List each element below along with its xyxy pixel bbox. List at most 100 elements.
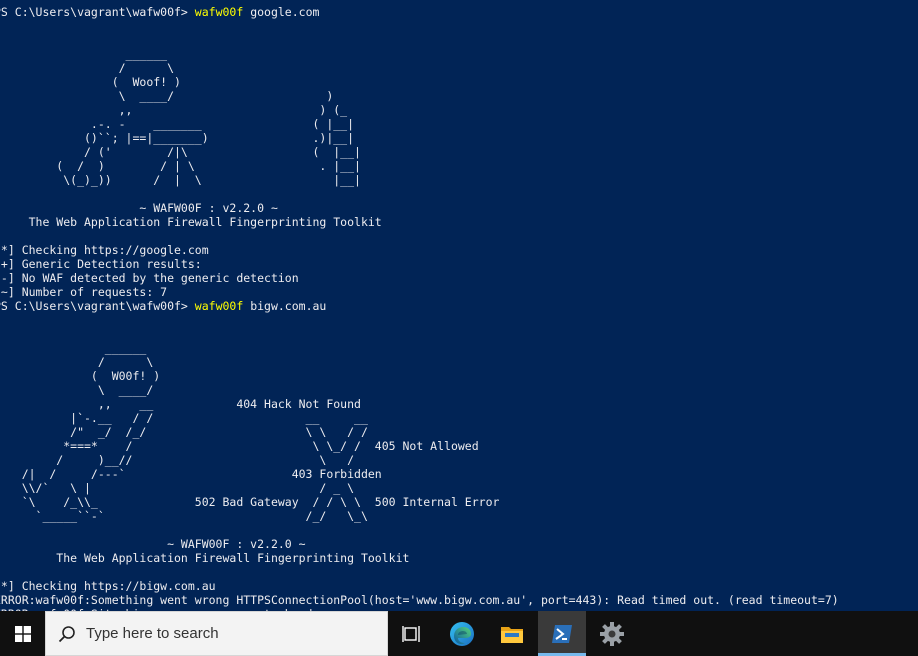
command-text: wafw00f [194, 299, 244, 313]
terminal-line: ( Woof! ) [0, 75, 839, 89]
output-text: *===* / \ \_/ / 405 Not Allowed [0, 439, 479, 453]
terminal-line: ,, ) (_ [0, 103, 839, 117]
terminal-output: PS C:\Users\vagrant\wafw00f> wafw00f goo… [0, 5, 839, 611]
terminal-line: / \ [0, 355, 839, 369]
output-text: [*] Checking https://bigw.com.au [0, 579, 216, 593]
output-text: ( W00f! ) [0, 369, 161, 383]
output-text: ______ [0, 47, 168, 61]
output-text: [-] No WAF detected by the generic detec… [0, 271, 299, 285]
terminal-line: ______ [0, 47, 839, 61]
terminal-line: ( W00f! ) [0, 369, 839, 383]
terminal-line: The Web Application Firewall Fingerprint… [0, 551, 839, 565]
settings-button[interactable] [588, 611, 636, 656]
output-text: \ ____/ ) [0, 89, 334, 103]
taskbar: Type here to search [0, 611, 918, 656]
output-text: .-. - _______ ( |__| [0, 117, 355, 131]
terminal-line: `\ /_\\_ 502 Bad Gateway / / \ \ 500 Int… [0, 495, 839, 509]
terminal-line: .-. - _______ ( |__| [0, 117, 839, 131]
output-text: \ ____/ [0, 383, 154, 397]
output-text: The Web Application Firewall Fingerprint… [0, 215, 382, 229]
windows-logo-icon [14, 625, 31, 642]
search-placeholder: Type here to search [86, 625, 219, 642]
output-text: [*] Checking https://google.com [0, 243, 209, 257]
terminal-line: ()``; |==|_______) .)|__| [0, 131, 839, 145]
output-text: \\/` \ | / _ \ [0, 481, 355, 495]
terminal-line: ~ WAFW00F : v2.2.0 ~ [0, 201, 839, 215]
output-text: The Web Application Firewall Fingerprint… [0, 551, 410, 565]
terminal-line: ,, __ 404 Hack Not Found [0, 397, 839, 411]
terminal-line: \\/` \ | / _ \ [0, 481, 839, 495]
folder-icon [501, 626, 523, 643]
output-text: / (' /|\ ( |__| [0, 145, 361, 159]
output-text: `_____``-` /_/ \_\ [0, 509, 368, 523]
output-text: ~ WAFW00F : v2.2.0 ~ [0, 537, 306, 551]
output-text: / \ [0, 355, 154, 369]
output-text: /| / /---` 403 Forbidden [0, 467, 382, 481]
terminal-line: |`-.__ / / __ __ [0, 411, 839, 425]
output-text: `\ /_\\_ 502 Bad Gateway / / \ \ 500 Int… [0, 495, 500, 509]
terminal-line: PS C:\Users\vagrant\wafw00f> wafw00f goo… [0, 5, 839, 19]
command-text: wafw00f [194, 5, 244, 19]
terminal-line: [~] Number of requests: 7 [0, 285, 839, 299]
terminal-line: \(_)_)) / | \ |__| [0, 173, 839, 187]
powershell-icon [552, 624, 572, 643]
terminal-line: / )__// \ / [0, 453, 839, 467]
terminal-line: /" _/ /_/ \ \ / / [0, 425, 839, 439]
terminal-line: PS C:\Users\vagrant\wafw00f> wafw00f big… [0, 299, 839, 313]
output-text: ,, __ 404 Hack Not Found [0, 397, 361, 411]
output-text: / )__// \ / [0, 453, 355, 467]
start-button[interactable] [0, 611, 45, 656]
output-text: bigw.com.au [243, 299, 327, 313]
terminal-line: *===* / \ \_/ / 405 Not Allowed [0, 439, 839, 453]
output-text: ( Woof! ) [0, 75, 181, 89]
output-text: ERROR:wafw00f:Something went wrong HTTPS… [0, 593, 839, 607]
taskbar-search-box[interactable]: Type here to search [45, 611, 388, 656]
powershell-button[interactable] [538, 611, 586, 656]
gear-icon [600, 621, 624, 646]
terminal-line: /| / /---` 403 Forbidden [0, 467, 839, 481]
output-text: ______ [0, 341, 147, 355]
output-text: ,, ) (_ [0, 103, 348, 117]
output-text: [+] Generic Detection results: [0, 257, 202, 271]
output-text: / \ [0, 61, 175, 75]
output-text: |`-.__ / / __ __ [0, 411, 368, 425]
terminal-line: / (' /|\ ( |__| [0, 145, 839, 159]
output-text: PS C:\Users\vagrant\wafw00f> [0, 299, 195, 313]
terminal-line: ( / ) / | \ . |__| [0, 159, 839, 173]
terminal-line: The Web Application Firewall Fingerprint… [0, 215, 839, 229]
powershell-terminal[interactable]: PS C:\Users\vagrant\wafw00f> wafw00f goo… [0, 0, 918, 611]
output-text: google.com [243, 5, 320, 19]
terminal-line: ______ [0, 341, 839, 355]
terminal-line: ERROR:wafw00f:Something went wrong HTTPS… [0, 593, 839, 607]
terminal-line: `_____``-` /_/ \_\ [0, 509, 839, 523]
terminal-line: [*] Checking https://google.com [0, 243, 839, 257]
terminal-line: ~ WAFW00F : v2.2.0 ~ [0, 537, 839, 551]
output-text: ( / ) / | \ . |__| [0, 159, 361, 173]
output-text: ~ WAFW00F : v2.2.0 ~ [0, 201, 278, 215]
terminal-line: \ ____/ ) [0, 89, 839, 103]
terminal-line: [*] Checking https://bigw.com.au [0, 579, 839, 593]
terminal-line: [-] No WAF detected by the generic detec… [0, 271, 839, 285]
output-text: /" _/ /_/ \ \ / / [0, 425, 368, 439]
edge-button[interactable] [438, 611, 486, 656]
search-icon [58, 625, 75, 642]
file-explorer-button[interactable] [488, 611, 536, 656]
output-text: [~] Number of requests: 7 [0, 285, 168, 299]
terminal-line: / \ [0, 61, 839, 75]
output-text: ()``; |==|_______) .)|__| [0, 131, 355, 145]
output-text: PS C:\Users\vagrant\wafw00f> [0, 5, 195, 19]
output-text: \(_)_)) / | \ |__| [0, 173, 361, 187]
terminal-line: \ ____/ [0, 383, 839, 397]
task-view-icon [402, 625, 420, 642]
terminal-line: [+] Generic Detection results: [0, 257, 839, 271]
task-view-button[interactable] [388, 611, 436, 656]
edge-icon [450, 621, 474, 646]
